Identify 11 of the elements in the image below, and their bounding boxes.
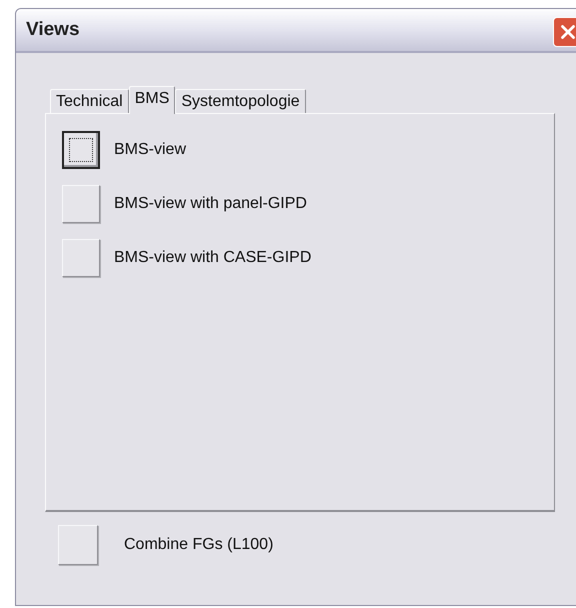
tab[interactable]: BMS bbox=[128, 86, 176, 114]
focus-rectangle bbox=[69, 138, 93, 162]
button-label: BMS-view bbox=[114, 140, 186, 160]
button-label: Combine FGs (L100) bbox=[124, 535, 274, 555]
button-label: BMS-view with panel-GIPD bbox=[114, 194, 307, 214]
window-title: Views bbox=[26, 18, 80, 42]
tab[interactable]: Technical bbox=[50, 89, 129, 113]
button-label: BMS-view with CASE-GIPD bbox=[114, 248, 312, 268]
square-button[interactable] bbox=[62, 131, 100, 169]
close-button[interactable] bbox=[553, 17, 576, 47]
tab[interactable]: Systemtopologie bbox=[175, 89, 306, 113]
